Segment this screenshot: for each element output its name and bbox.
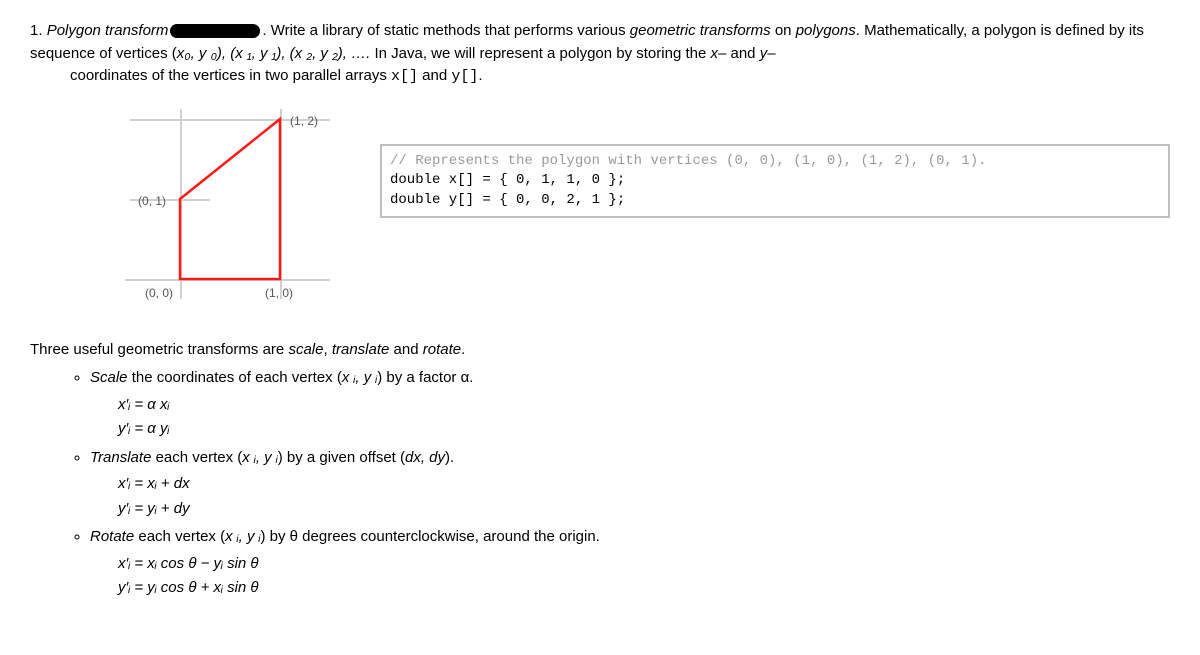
transforms-intro: Three useful geometric transforms are sc… — [30, 339, 1170, 362]
question-text: 1. Polygon transform . Write a library of… — [30, 20, 1170, 89]
code-line-1: double x[] = { 0, 1, 1, 0 }; — [390, 172, 625, 188]
body-f: In Java, we will represent a polygon by … — [370, 45, 710, 62]
transform-list-2: Translate each vertex (x ᵢ, y ᵢ) by a gi… — [90, 447, 1170, 470]
ti-a: Three useful geometric transforms are — [30, 341, 288, 358]
ti-b: scale — [288, 341, 323, 358]
scale-item: Scale the coordinates of each vertex (x … — [90, 367, 1170, 390]
arr-x: x[] — [391, 68, 418, 85]
rotate-eq2: y′ᵢ = yᵢ cos θ + xᵢ sin θ — [118, 577, 1170, 600]
question-title: Polygon transform — [47, 22, 169, 39]
scale-eq1: x′ᵢ = α xᵢ — [118, 394, 1170, 417]
body-g: x– — [710, 45, 726, 62]
body-c: on — [771, 22, 796, 39]
figure-row: (1, 2) (0, 1) (0, 0) (1, 0) // Represent… — [110, 109, 1170, 309]
vertex-seq: x₀, y ₀), (x ₁, y ₁), (x ₂, y ₂), …. — [177, 45, 371, 62]
body-i: y– — [760, 45, 776, 62]
redacted-mark — [170, 24, 260, 38]
body-b: geometric transforms — [630, 22, 771, 39]
translate-eq2: y′ᵢ = yᵢ + dy — [118, 498, 1170, 521]
translate-label: Translate — [90, 449, 151, 466]
question-line2: coordinates of the vertices in two paral… — [70, 65, 1170, 89]
scale-b: the coordinates of each vertex ( — [128, 369, 342, 386]
body-a: . Write a library of static methods that… — [262, 22, 629, 39]
rotate-item: Rotate each vertex (x ᵢ, y ᵢ) by θ degre… — [90, 526, 1170, 549]
translate-f: ). — [445, 449, 454, 466]
rotate-d: ) by θ degrees counterclockwise, around … — [260, 528, 599, 545]
translate-d: ) by a given offset ( — [278, 449, 405, 466]
question-number: 1. — [30, 22, 43, 39]
body-k: and — [418, 67, 451, 84]
transform-list: Scale the coordinates of each vertex (x … — [90, 367, 1170, 390]
translate-eq1: x′ᵢ = xᵢ + dx — [118, 473, 1170, 496]
body-h: and — [726, 45, 759, 62]
body-d: polygons — [796, 22, 856, 39]
translate-c: x ᵢ, y ᵢ — [242, 449, 277, 466]
transform-list-3: Rotate each vertex (x ᵢ, y ᵢ) by θ degre… — [90, 526, 1170, 549]
scale-c: x ᵢ, y ᵢ — [342, 369, 377, 386]
label-0-0: (0, 0) — [145, 284, 173, 302]
label-1-0: (1, 0) — [265, 284, 293, 302]
body-l: . — [478, 67, 482, 84]
rotate-c: x ᵢ, y ᵢ — [225, 528, 260, 545]
rotate-label: Rotate — [90, 528, 134, 545]
rotate-eq1: x′ᵢ = xᵢ cos θ − yᵢ sin θ — [118, 553, 1170, 576]
code-comment: // Represents the polygon with vertices … — [390, 153, 987, 169]
ti-c: , — [323, 341, 331, 358]
translate-b: each vertex ( — [151, 449, 242, 466]
translate-e: dx, dy — [405, 449, 445, 466]
scale-d: ) by a factor α. — [377, 369, 473, 386]
label-0-1: (0, 1) — [138, 192, 166, 210]
rotate-b: each vertex ( — [134, 528, 225, 545]
translate-item: Translate each vertex (x ᵢ, y ᵢ) by a gi… — [90, 447, 1170, 470]
scale-label: Scale — [90, 369, 128, 386]
ti-f: rotate — [423, 341, 461, 358]
label-1-2: (1, 2) — [290, 112, 318, 130]
polygon-plot: (1, 2) (0, 1) (0, 0) (1, 0) — [110, 109, 340, 309]
code-line-2: double y[] = { 0, 0, 2, 1 }; — [390, 192, 625, 208]
ti-e: and — [389, 341, 422, 358]
ti-d: translate — [332, 341, 390, 358]
ti-g: . — [461, 341, 465, 358]
scale-eq2: y′ᵢ = α yᵢ — [118, 418, 1170, 441]
code-snippet: // Represents the polygon with vertices … — [380, 144, 1170, 219]
body-j: coordinates of the vertices in two paral… — [70, 67, 391, 84]
arr-y: y[] — [451, 68, 478, 85]
